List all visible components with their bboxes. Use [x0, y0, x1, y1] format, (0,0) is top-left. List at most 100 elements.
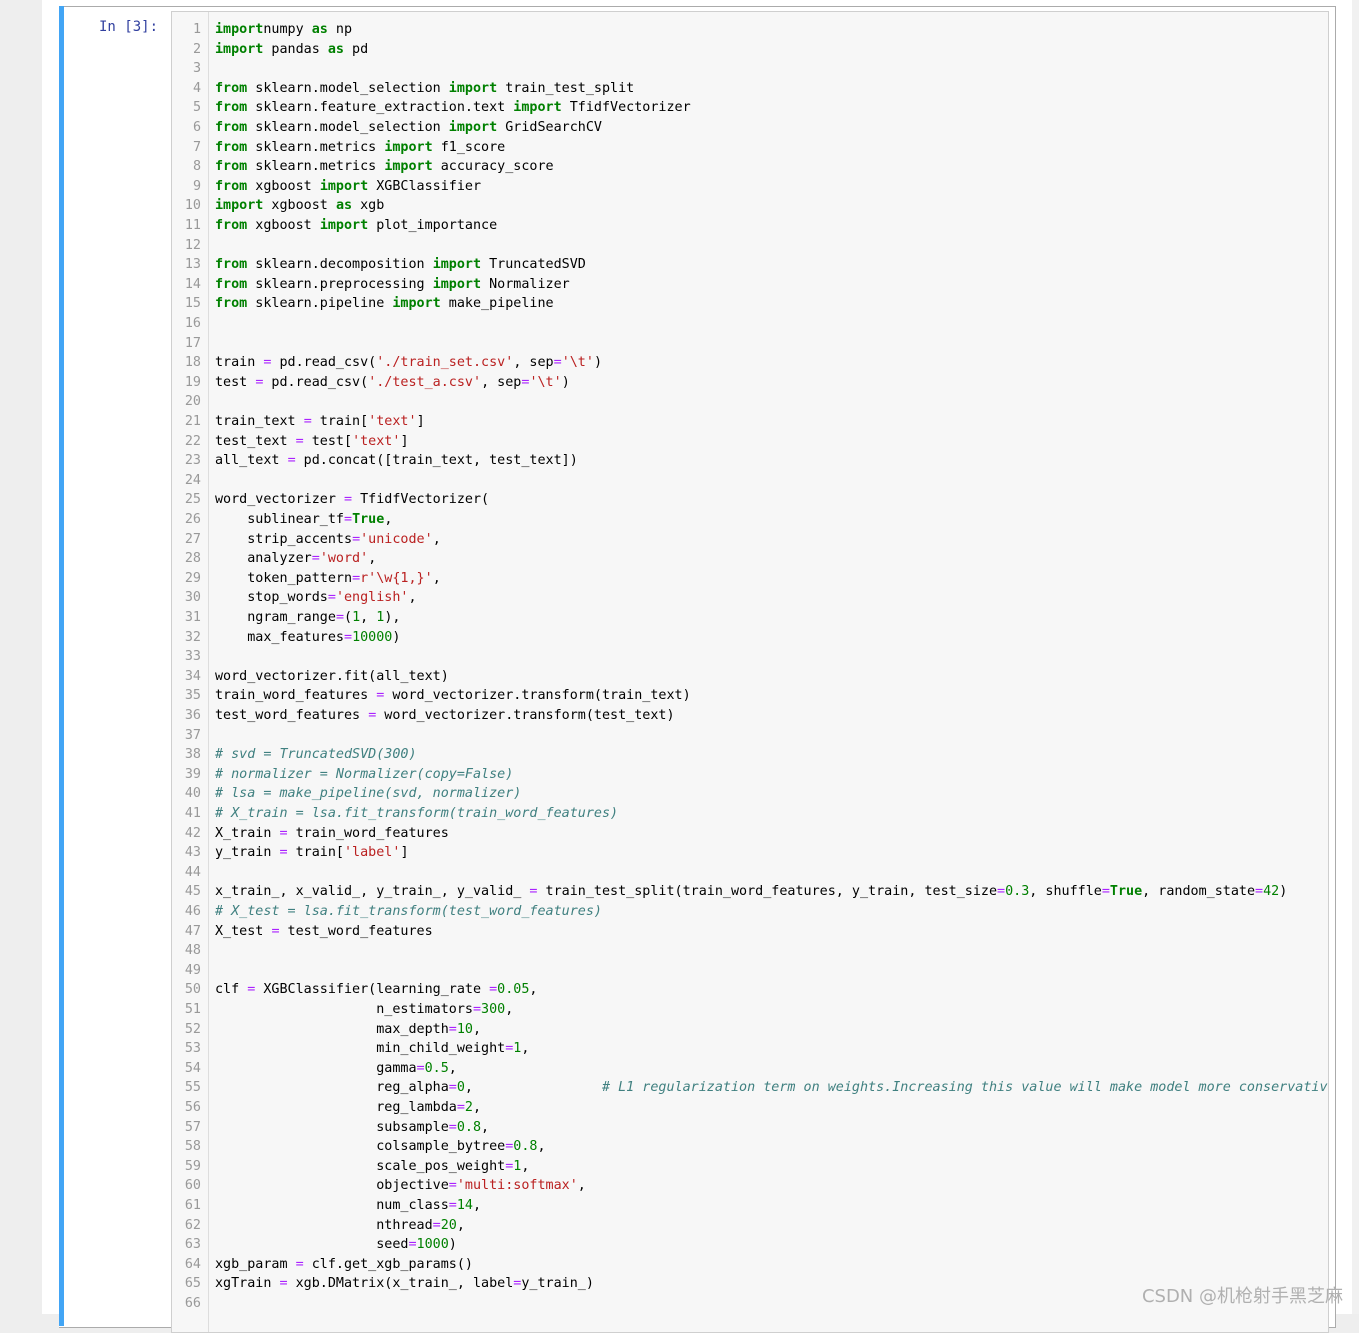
code-token: '\t' [529, 374, 562, 390]
code-token: 'text' [368, 414, 417, 429]
code-token: as [327, 41, 344, 57]
line-number: 6 [192, 120, 201, 135]
code-line: X_train = train_word_features [215, 824, 449, 844]
code-line: X_test = test_word_features [215, 922, 433, 942]
code-token: import [384, 159, 433, 175]
code-token: from [215, 276, 248, 292]
code-line: max_depth=10, [215, 1020, 481, 1040]
code-token: test_text [215, 433, 296, 449]
code-line: y_train = train['label'] [215, 843, 409, 863]
code-line: token_pattern=r'\w{1,}', [215, 569, 441, 589]
code-token: = [352, 531, 361, 547]
code-token: , [472, 1021, 482, 1037]
code-line: from sklearn.metrics import f1_score [215, 138, 505, 158]
code-editor[interactable]: 1 importnumpy as np 2 import pandas as pd 3 4… [171, 11, 1329, 1333]
code-token: , [529, 982, 538, 998]
line-number: 55 [184, 1080, 201, 1096]
code-token: stop_words [215, 590, 328, 606]
line-number: 27 [184, 531, 201, 547]
code-token: = [553, 355, 562, 371]
code-line: gamma=0.5, [215, 1059, 457, 1079]
line-number: 19 [184, 374, 201, 390]
code-token: ) [448, 1237, 457, 1253]
code-line: min_child_weight=1, [215, 1039, 529, 1059]
code-line: test = pd.read_csv('./test_a.csv', sep='… [215, 373, 570, 393]
code-line: from xgboost import plot_importance [215, 216, 497, 236]
code-token: = [432, 1217, 441, 1233]
code-token: = [271, 923, 280, 939]
code-token: sublinear_tf [215, 512, 344, 527]
line-number: 18 [184, 355, 201, 371]
code-token: test_word_features [279, 923, 433, 939]
line-number: 16 [184, 316, 201, 331]
code-token: , [521, 1158, 530, 1174]
code-token: = [1255, 884, 1264, 900]
code-token: 1 [352, 610, 361, 625]
code-token: import [215, 41, 264, 57]
cell-selection-bar [59, 6, 64, 1326]
code-token: from [215, 80, 248, 96]
code-token: , [521, 1041, 530, 1057]
code-token: = [344, 512, 353, 527]
page-scrollbar[interactable] [1352, 0, 1359, 1314]
code-token: ] [400, 845, 409, 861]
code-token: './train_set.csv' [376, 355, 514, 371]
code-token: # X_train = lsa.fit_transform(train_word… [215, 806, 619, 821]
code-token: import [319, 218, 369, 233]
line-number: 50 [184, 982, 201, 998]
code-line: train_text = train['text'] [215, 412, 425, 432]
line-number: 14 [184, 276, 201, 292]
code-token: from [215, 139, 248, 155]
code-line: importnumpy as np [215, 20, 352, 40]
code-token: = [279, 1276, 288, 1292]
code-token: import [448, 120, 498, 135]
code-line: import xgboost as xgb [215, 196, 384, 216]
code-line: scale_pos_weight=1, [215, 1157, 529, 1177]
code-token: 0.3 [1005, 884, 1030, 900]
line-number: 51 [184, 1002, 201, 1017]
code-token: = [1101, 884, 1110, 900]
line-number: 10 [184, 198, 201, 214]
line-number: 30 [184, 590, 201, 606]
line-number: 22 [184, 433, 201, 449]
code-line: analyzer='word', [215, 549, 376, 569]
code-token: X_test [215, 923, 272, 939]
code-token: test_word_features [215, 708, 369, 723]
line-number: 31 [184, 610, 201, 625]
line-number: 1 [192, 22, 201, 37]
code-token: all_text [215, 453, 288, 469]
code-token: subsample [215, 1119, 449, 1135]
code-token: y_train [215, 845, 280, 861]
code-line: xgb_param = clf.get_xgb_params() [215, 1255, 473, 1275]
code-token: n_estimators [215, 1002, 473, 1017]
code-token: = [448, 1021, 457, 1037]
code-token: , [456, 1217, 465, 1233]
code-line: from sklearn.model_selection import trai… [215, 79, 634, 99]
code-token: = [448, 1119, 457, 1135]
line-number: 49 [184, 962, 201, 978]
code-token: train[ [287, 845, 344, 861]
code-token: ), [384, 610, 401, 625]
code-line: sublinear_tf=True, [215, 510, 392, 530]
code-token: xgb_param [215, 1256, 296, 1272]
code-line: from sklearn.pipeline import make_pipeli… [215, 294, 554, 314]
code-token: 0.8 [456, 1119, 482, 1135]
code-token: from [215, 100, 248, 116]
code-token: , [577, 1178, 586, 1194]
code-token: = [303, 414, 312, 429]
code-line: # X_test = lsa.fit_transform(test_word_f… [215, 902, 602, 922]
line-number: 34 [184, 668, 201, 684]
code-token: , [472, 1100, 482, 1115]
code-token: pd.concat([train_text, test_text]) [295, 453, 578, 469]
code-token: word_vectorizer.transform(test_text) [376, 708, 675, 723]
line-number: 12 [184, 237, 201, 253]
code-token: train_text [215, 414, 304, 429]
code-token: analyzer [215, 551, 312, 567]
line-number: 28 [184, 551, 201, 567]
line-number: 60 [184, 1178, 201, 1194]
code-token: = [472, 1002, 482, 1017]
line-number: 63 [184, 1237, 201, 1253]
code-token: numpy [263, 22, 312, 37]
code-token: 1000 [416, 1237, 449, 1253]
code-line: max_features=10000) [215, 628, 400, 648]
